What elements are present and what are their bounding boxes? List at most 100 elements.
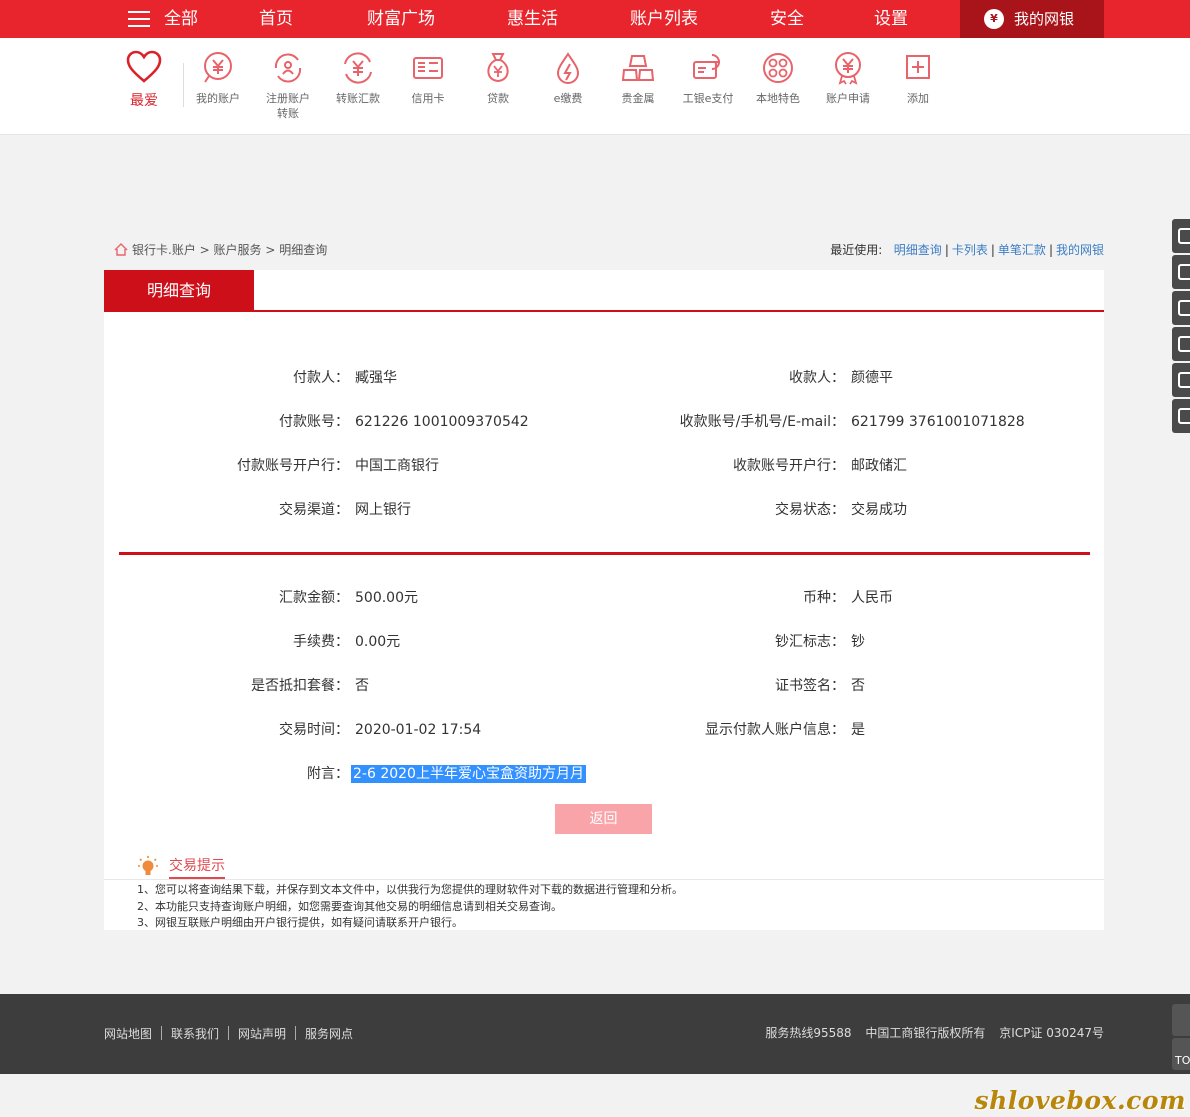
field-value: 网上银行 [355, 502, 411, 518]
field-value: 0.00元 [355, 634, 401, 650]
my-online-bank-button[interactable]: ¥ 我的网银 [960, 0, 1104, 38]
shortcut-registered-transfer[interactable]: 注册账户转账 [253, 50, 323, 121]
footer-link-outlets[interactable]: 服务网点 [305, 1027, 353, 1041]
shortcut-label: 贷款 [487, 92, 509, 105]
field-value: 人民币 [851, 590, 893, 606]
shortcut-precious-metals[interactable]: 贵金属 [603, 50, 673, 106]
footer: 网站地图 联系我们 网站声明 服务网点 服务热线95588 中国工商银行版权所有 京I… [0, 994, 1190, 1074]
nav-settings[interactable]: 设置 [874, 8, 908, 30]
top-navigation: 全部 首页 财富广场 惠生活 账户列表 安全 设置 ¥ 我的网银 [0, 0, 1190, 38]
shortcut-bar: 最爱 我的账户 注册账户转账 转账汇款 信用卡 贷款 e缴费 贵金属 工银e支付… [0, 38, 1190, 135]
back-button[interactable]: 返回 [555, 804, 652, 834]
my-online-bank-label: 我的网银 [1014, 10, 1075, 28]
field-value: 否 [355, 678, 369, 694]
field-label: 交易时间： [279, 722, 349, 738]
shortcut-add[interactable]: 添加 [883, 50, 953, 106]
footer-info: 服务热线95588 中国工商银行版权所有 京ICP证 030247号 [755, 1025, 1104, 1041]
nav-security[interactable]: 安全 [770, 8, 804, 30]
field-label: 收款人： [789, 370, 845, 386]
shortcut-label: 注册账户转账 [266, 92, 310, 120]
shortcut-transfer-remit[interactable]: 转账汇款 [323, 50, 393, 106]
send-icon[interactable] [1172, 255, 1190, 289]
favorites-label: 最爱 [130, 93, 158, 109]
shortcut-label: 信用卡 [411, 92, 445, 105]
nav-life[interactable]: 惠生活 [507, 8, 558, 30]
yen-arrows-icon [344, 52, 372, 84]
footer-link-statement[interactable]: 网站声明 [238, 1027, 286, 1041]
service-icon[interactable] [1172, 399, 1190, 433]
money-bag-icon: ¥ [984, 9, 1004, 29]
footer-link-sitemap[interactable]: 网站地图 [104, 1027, 152, 1041]
recent-link-single-remit[interactable]: 单笔汇款 [998, 243, 1046, 257]
recent-link-card-list[interactable]: 卡列表 [952, 243, 988, 257]
tab-bar: 明细查询 [104, 270, 1104, 312]
collapse-icon[interactable] [1172, 1004, 1190, 1036]
home-icon[interactable] [114, 243, 128, 256]
shortcut-label: 我的账户 [196, 92, 240, 105]
field-value: 是 [851, 722, 865, 738]
gift-icon[interactable] [1172, 219, 1190, 253]
tips-title: 交易提示 [169, 857, 225, 879]
to-top-button[interactable]: TO [1172, 1038, 1190, 1070]
field-value: 2020-01-02 17:54 [355, 722, 482, 738]
mail-icon[interactable] [1172, 363, 1190, 397]
shortcut-loan[interactable]: 贷款 [463, 50, 533, 106]
transaction-tips: 交易提示 1、您可以将查询结果下载，并保存到文本文件中，以供我行为您提供的理财软… [104, 841, 1104, 930]
yen-ribbon-icon [835, 52, 861, 85]
footer-links: 网站地图 联系我们 网站声明 服务网点 [104, 1026, 353, 1042]
tab-detail-query[interactable]: 明细查询 [104, 270, 254, 312]
footer-copyright: 中国工商银行版权所有 [865, 1026, 986, 1040]
field-value: 钞 [851, 634, 865, 650]
shortcut-label: 本地特色 [756, 92, 800, 105]
nav-all[interactable]: 全部 [164, 8, 198, 30]
breadcrumb-separator: > [265, 243, 276, 257]
field-label: 证书签名： [775, 678, 845, 694]
dots-circle-icon [763, 53, 793, 83]
recent-label: 最近使用: [830, 243, 883, 257]
recent-link-detail-query[interactable]: 明细查询 [894, 243, 942, 257]
shortcut-local-specialty[interactable]: 本地特色 [743, 50, 813, 106]
nav-wealth-plaza[interactable]: 财富广场 [367, 8, 435, 30]
shortcut-icbc-epay[interactable]: 工银e支付 [673, 50, 743, 106]
field-value: 臧强华 [355, 370, 397, 386]
remark-text-selected: 2-6 2020上半年爱心宝盒资助方月月 [351, 765, 586, 783]
favorites[interactable]: 最爱 [122, 50, 166, 110]
gold-bars-icon [621, 55, 655, 81]
back-to-top[interactable]: TO [1172, 1004, 1190, 1072]
shortcut-credit-card[interactable]: 信用卡 [393, 50, 463, 106]
field-value: 621226 1001009370542 [355, 414, 529, 430]
tip-line: 2、本功能只支持查询账户明细，如您需要查询其他交易的明细信息请到相关交易查询。 [137, 900, 562, 913]
footer-hotline: 服务热线95588 [765, 1026, 852, 1040]
footer-icp: 京ICP证 030247号 [999, 1026, 1104, 1040]
nav-account-list[interactable]: 账户列表 [630, 8, 698, 30]
shortcut-label: 贵金属 [621, 92, 655, 105]
menu-icon[interactable] [128, 11, 150, 27]
recent-used: 最近使用: 明细查询 | 卡列表 | 单笔汇款 | 我的网银 [830, 243, 1104, 257]
shortcut-epay-bills[interactable]: e缴费 [533, 50, 603, 106]
field-label: 收款账号开户行： [733, 458, 845, 474]
field-label: 汇款金额： [279, 590, 349, 606]
field-label: 付款账号： [279, 414, 349, 430]
person-transfer-icon [274, 53, 302, 83]
breadcrumb: 银行卡.账户 > 账户服务 > 明细查询 [114, 242, 327, 258]
tips-divider [104, 879, 1104, 880]
epay-icon [693, 54, 720, 79]
footer-link-contact[interactable]: 联系我们 [171, 1027, 219, 1041]
camera-icon[interactable] [1172, 291, 1190, 325]
calendar-icon[interactable] [1172, 327, 1190, 361]
field-label: 付款人： [293, 370, 349, 386]
tip-line: 3、网银互联账户明细由开户银行提供，如有疑问请联系开户银行。 [137, 916, 463, 929]
field-value: 621799 3761001071828 [851, 414, 1025, 430]
tip-line: 1、您可以将查询结果下载，并保存到文本文件中，以供我行为您提供的理财软件对下载的… [137, 883, 683, 896]
field-value: 中国工商银行 [355, 458, 439, 474]
nav-home[interactable]: 首页 [259, 8, 293, 30]
breadcrumb-item[interactable]: 账户服务 [214, 243, 262, 257]
recent-link-my-bank[interactable]: 我的网银 [1056, 243, 1104, 257]
field-label: 付款账号开户行： [237, 458, 349, 474]
breadcrumb-item[interactable]: 银行卡.账户 [132, 243, 196, 257]
shortcut-my-account[interactable]: 我的账户 [183, 50, 253, 106]
drop-bolt-icon [556, 52, 580, 84]
field-label: 手续费： [293, 634, 349, 650]
field-label: 是否抵扣套餐： [251, 678, 349, 694]
shortcut-account-apply[interactable]: 账户申请 [813, 50, 883, 106]
